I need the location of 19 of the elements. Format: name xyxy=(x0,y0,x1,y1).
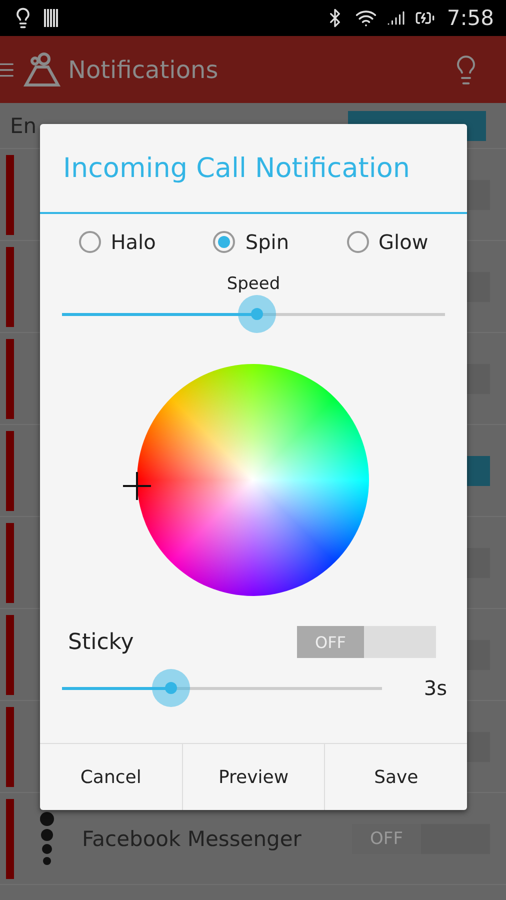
enable-label: En xyxy=(10,114,37,138)
app-title: Notifications xyxy=(68,56,218,84)
speed-label: Speed xyxy=(226,274,280,294)
dialog-button[interactable]: Cancel xyxy=(40,744,182,810)
effect-radio[interactable]: Halo xyxy=(78,230,156,254)
slider-thumb[interactable] xyxy=(238,294,276,332)
dialog-title: Incoming Call Notification xyxy=(40,124,467,214)
sticky-label: Sticky xyxy=(68,630,134,654)
effect-radio[interactable]: Spin xyxy=(213,230,290,254)
app-name: Facebook Messenger xyxy=(82,826,302,850)
crosshair-icon xyxy=(122,472,150,500)
duration-reading: 3s xyxy=(424,676,447,700)
effect-radio[interactable]: Glow xyxy=(346,230,428,254)
dialog-button[interactable]: Preview xyxy=(182,744,324,810)
slider-thumb[interactable] xyxy=(152,668,190,706)
dialog-button[interactable]: Save xyxy=(324,744,468,810)
status-time: 7:58 xyxy=(446,6,494,30)
barcode-icon xyxy=(44,8,60,28)
signal-icon xyxy=(386,9,405,27)
